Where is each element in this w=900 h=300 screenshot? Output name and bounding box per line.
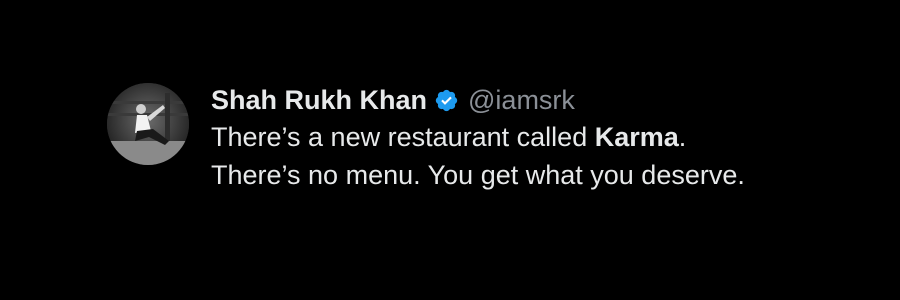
verified-badge-icon: [434, 88, 459, 113]
tweet-header: Shah Rukh Khan @iamsrk: [211, 82, 867, 118]
tweet-text: There’s a new restaurant called Karma. T…: [211, 118, 771, 194]
author-display-name[interactable]: Shah Rukh Khan: [211, 85, 427, 116]
avatar[interactable]: [107, 83, 189, 165]
tweet-card[interactable]: Shah Rukh Khan @iamsrk There’s a new res…: [107, 82, 867, 194]
tweet-content: Shah Rukh Khan @iamsrk There’s a new res…: [211, 82, 867, 194]
tweet-text-part: There’s a new restaurant called: [211, 122, 595, 152]
author-handle[interactable]: @iamsrk: [468, 85, 575, 116]
tweet-text-bold: Karma: [594, 122, 679, 152]
avatar-photo-icon: [107, 83, 189, 165]
